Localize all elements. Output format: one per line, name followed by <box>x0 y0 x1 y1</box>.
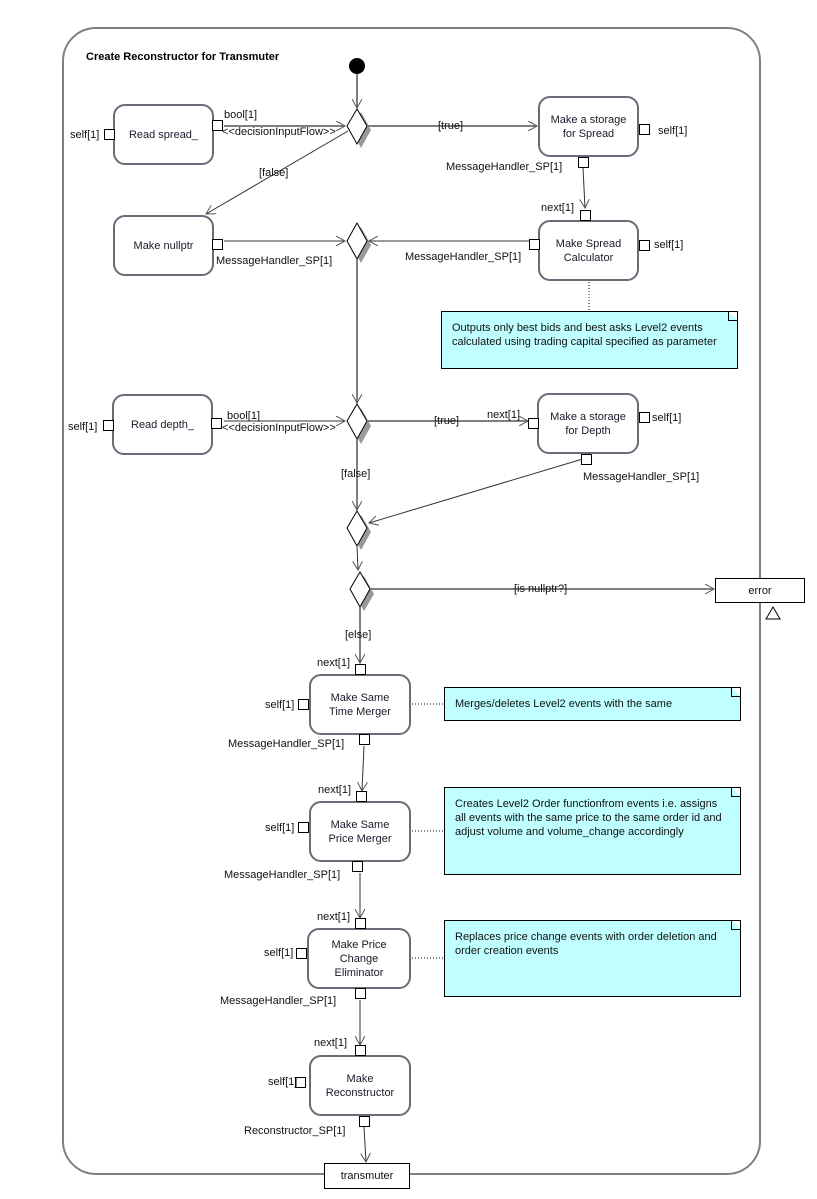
port-self[interactable] <box>103 420 114 431</box>
label-message-handler: MessageHandler_SP[1] <box>446 161 563 173</box>
merge-node-1 <box>346 221 371 263</box>
label-self: self[1] <box>658 125 688 137</box>
decision-node-nullptr <box>349 571 374 611</box>
note-same-time-merger: Merges/deletes Level2 events with the sa… <box>444 687 741 721</box>
port-message-handler[interactable] <box>529 239 540 250</box>
port-reconstructor-sp[interactable] <box>359 1116 370 1127</box>
note-fold-icon <box>731 921 740 930</box>
port-self[interactable] <box>104 129 115 140</box>
label-self: self[1] <box>265 822 295 834</box>
action-storage-spread[interactable]: Make a storage for Spread <box>538 96 639 157</box>
label-reconstructor-sp: Reconstructor_SP[1] <box>244 1125 346 1137</box>
label-self: self[1] <box>654 239 684 251</box>
action-storage-depth[interactable]: Make a storage for Depth <box>537 393 639 454</box>
edge-storage-depth-to-merge2 <box>369 457 587 523</box>
label-message-handler: MessageHandler_SP[1] <box>228 738 345 750</box>
action-read-spread[interactable]: Read spread_ <box>113 104 214 165</box>
label-next: next[1] <box>541 202 575 214</box>
note-same-price-merger: Creates Level2 Order functionfrom events… <box>444 787 741 875</box>
guard-is-nullptr: [is nullptr?] <box>514 583 568 595</box>
edge-time-merger-to-price-merger <box>362 745 364 791</box>
port-message-handler[interactable] <box>359 734 370 745</box>
edge-storage-spread-to-calculator <box>583 167 585 208</box>
port-next[interactable] <box>356 791 367 802</box>
label-self: self[1] <box>268 1076 298 1088</box>
port-message-handler[interactable] <box>212 239 223 250</box>
label-message-handler: MessageHandler_SP[1] <box>405 251 522 263</box>
pin-transmuter[interactable]: transmuter <box>324 1163 410 1189</box>
guard-false: [false] <box>259 167 289 179</box>
label-next: next[1] <box>314 1037 348 1049</box>
label-self: self[1] <box>68 421 98 433</box>
port-message-handler[interactable] <box>581 454 592 465</box>
label-next: next[1] <box>318 784 352 796</box>
label-bool: bool[1] <box>227 410 261 422</box>
label-decision-input-flow: <<decisionInputFlow>> <box>222 422 336 434</box>
edge-reconstructor-to-transmuter <box>364 1126 366 1162</box>
port-self[interactable] <box>296 948 307 959</box>
port-next[interactable] <box>355 918 366 929</box>
action-same-price-merger[interactable]: Make Same Price Merger <box>309 801 411 862</box>
decision-node-spread <box>346 108 371 148</box>
guard-else: [else] <box>345 629 372 641</box>
guard-true: [true] <box>438 120 464 132</box>
decision-node-depth <box>346 403 371 444</box>
edges-layer <box>0 58 781 1199</box>
label-next: next[1] <box>317 911 351 923</box>
label-self: self[1] <box>265 699 295 711</box>
port-message-handler[interactable] <box>352 861 363 872</box>
action-read-depth[interactable]: Read depth_ <box>112 394 213 455</box>
port-next[interactable] <box>355 664 366 675</box>
label-next: next[1] <box>317 657 351 669</box>
action-make-nullptr[interactable]: Make nullptr <box>113 215 214 276</box>
label-message-handler: MessageHandler_SP[1] <box>216 255 333 267</box>
port-message-handler[interactable] <box>355 988 366 999</box>
guard-true: [true] <box>434 415 460 427</box>
port-self[interactable] <box>298 699 309 710</box>
label-message-handler: MessageHandler_SP[1] <box>220 995 337 1007</box>
note-fold-icon <box>728 312 737 321</box>
port-bool[interactable] <box>211 418 222 429</box>
label-self: self[1] <box>70 129 100 141</box>
port-self[interactable] <box>639 240 650 251</box>
edge-merge2-to-decision3 <box>357 545 358 570</box>
action-spread-calculator[interactable]: Make Spread Calculator <box>538 220 639 281</box>
port-next[interactable] <box>355 1045 366 1056</box>
merge-node-2 <box>346 510 371 550</box>
label-message-handler: MessageHandler_SP[1] <box>224 869 341 881</box>
action-reconstructor[interactable]: Make Reconstructor <box>309 1055 411 1116</box>
guard-false: [false] <box>341 468 371 480</box>
note-fold-icon <box>731 788 740 797</box>
label-self: self[1] <box>652 412 682 424</box>
label-decision-input-flow: <<decisionInputFlow>> <box>222 126 336 138</box>
port-self[interactable] <box>639 412 650 423</box>
port-self[interactable] <box>639 124 650 135</box>
label-bool: bool[1] <box>224 109 258 121</box>
label-next: next[1] <box>487 409 521 421</box>
initial-node <box>349 58 365 74</box>
note-price-change-eliminator: Replaces price change events with order … <box>444 920 741 997</box>
action-same-time-merger[interactable]: Make Same Time Merger <box>309 674 411 735</box>
port-next[interactable] <box>580 210 591 221</box>
label-self: self[1] <box>264 947 294 959</box>
note-fold-icon <box>731 688 740 697</box>
label-message-handler: MessageHandler_SP[1] <box>583 471 700 483</box>
port-message-handler[interactable] <box>578 157 589 168</box>
port-self[interactable] <box>298 822 309 833</box>
action-price-change-eliminator[interactable]: Make Price Change Eliminator <box>307 928 411 989</box>
note-spread-calculator: Outputs only best bids and best asks Lev… <box>441 311 738 369</box>
exception-triangle-icon <box>765 606 781 620</box>
port-next[interactable] <box>528 418 539 429</box>
pin-error[interactable]: error <box>715 578 805 603</box>
